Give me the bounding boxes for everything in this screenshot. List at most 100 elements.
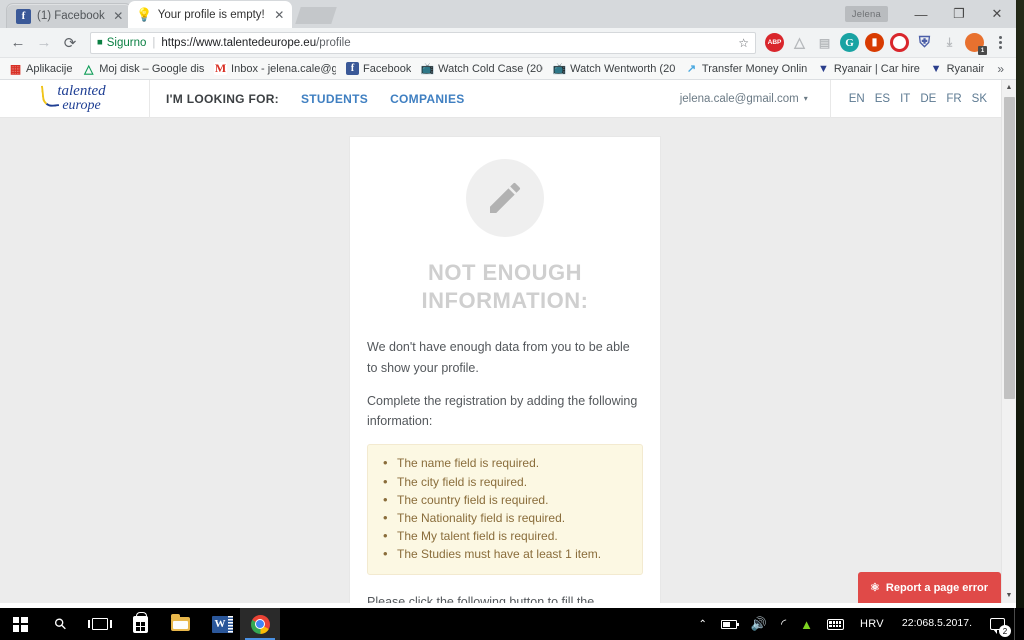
battery-icon[interactable]	[714, 608, 744, 640]
ryanair-icon: ▼	[817, 62, 829, 75]
back-icon[interactable]: ←	[6, 31, 30, 55]
microsoft-store-button[interactable]	[120, 608, 160, 640]
lang-es[interactable]: ES	[875, 93, 890, 105]
page-scrollbar[interactable]: ▲ ▼	[1001, 80, 1016, 603]
bookmark-label: Ryanair	[946, 62, 985, 75]
ryanair-icon: ▼	[930, 62, 942, 75]
lang-en[interactable]: EN	[849, 93, 865, 105]
user-account-menu[interactable]: jelena.cale@gmail.com ▾	[680, 80, 831, 118]
show-desktop-button[interactable]	[1014, 608, 1020, 640]
action-center-button[interactable]: 2	[981, 608, 1014, 640]
new-tab-button[interactable]	[295, 7, 337, 24]
list-item: The country field is required.	[380, 490, 630, 510]
list-item: The Nationality field is required.	[380, 508, 630, 528]
bookmark-transferwise[interactable]: ↗ Transfer Money Onlin	[680, 60, 812, 78]
lang-it[interactable]: IT	[900, 93, 910, 105]
language-indicator[interactable]: HRV	[851, 608, 893, 640]
orange-extension-icon[interactable]: 1	[965, 33, 987, 55]
chrome-menu-icon[interactable]	[990, 36, 1010, 49]
window-caption-controls: Jelena — ❐ ✕	[844, 0, 1016, 28]
bookmark-gmail[interactable]: M Inbox - jelena.cale@g	[209, 60, 341, 78]
facebook-icon: f	[16, 8, 31, 24]
search-button[interactable]: ⚲	[40, 608, 80, 640]
bookmark-apps[interactable]: ▦ Aplikacije	[4, 60, 77, 78]
card-paragraph-3: Please click the following button to fil…	[367, 594, 595, 603]
system-tray: ⌃ 🔊 ◜ ▲ HRV 22:06 8.5.2017. 2	[691, 608, 1024, 640]
folder-icon	[170, 614, 190, 631]
keyboard-icon[interactable]	[820, 608, 851, 640]
list-item: The My talent field is required.	[380, 526, 630, 546]
logo-line-1: talented	[57, 83, 106, 99]
onedrive-icon[interactable]: ▲	[793, 608, 820, 640]
bookmark-ryanair[interactable]: ▼ Ryanair	[925, 60, 990, 78]
clock-date: 8.5.2017.	[928, 617, 972, 630]
tab-title: Your profile is empty! | Ta	[157, 8, 266, 21]
lang-fr[interactable]: FR	[946, 93, 961, 105]
close-icon[interactable]: ✕	[273, 8, 286, 21]
tab-title: (1) Facebook	[37, 10, 105, 22]
address-bar[interactable]: ■ Sigurno | https://www.talentedeurope.e…	[90, 31, 756, 54]
maximize-button[interactable]: ❐	[940, 0, 978, 28]
bookmark-label: Inbox - jelena.cale@g	[231, 62, 337, 75]
clock[interactable]: 22:06 8.5.2017.	[893, 608, 981, 640]
store-icon	[132, 611, 148, 633]
clock-time: 22:06	[901, 617, 929, 630]
start-button[interactable]	[0, 608, 40, 640]
close-icon[interactable]: ✕	[112, 10, 125, 23]
facebook-icon: f	[346, 62, 360, 75]
speaker-icon[interactable]: 🔊	[744, 608, 774, 640]
reload-icon[interactable]: ⟳	[58, 31, 82, 55]
browser-tab-profile[interactable]: 💡 Your profile is empty! | Ta ✕	[127, 1, 292, 28]
bookmarks-overflow-icon[interactable]: »	[989, 62, 1012, 76]
office-online-icon[interactable]: ▮	[865, 33, 884, 52]
chrome-button[interactable]	[240, 608, 280, 640]
bookmark-label: Facebook	[363, 62, 412, 75]
shield-extension-icon[interactable]: ⛨	[915, 33, 934, 52]
task-view-button[interactable]	[80, 608, 120, 640]
bookmark-cold-case[interactable]: 📺 Watch Cold Case (200	[416, 60, 548, 78]
windows-taskbar: ⚲ W ⌃ 🔊 ◜ ▲ HRV 22:06 8.5.2017. 2	[0, 608, 1024, 640]
site-logo[interactable]: talented europe	[0, 80, 150, 118]
windows-logo-icon	[12, 616, 28, 632]
report-page-error-button[interactable]: ⚛ Report a page error	[858, 572, 1001, 603]
forward-icon[interactable]: →	[32, 31, 56, 55]
bookmark-star-icon[interactable]: ☆	[738, 36, 749, 50]
browser-tab-facebook[interactable]: f (1) Facebook ✕	[6, 3, 132, 28]
google-drive-icon[interactable]: △	[790, 33, 809, 52]
logo-line-2: europe	[62, 98, 101, 113]
lang-de[interactable]: DE	[920, 93, 936, 105]
minimize-button[interactable]: —	[902, 0, 940, 28]
page-viewport: talented europe I'M LOOKING FOR: STUDENT…	[0, 80, 1016, 603]
scroll-down-icon[interactable]: ▼	[1002, 588, 1016, 603]
bookmark-wentworth[interactable]: 📺 Watch Wentworth (20	[548, 60, 680, 78]
wifi-icon[interactable]: ◜	[774, 608, 793, 640]
nav-link-companies[interactable]: COMPANIES	[390, 92, 464, 106]
file-explorer-button[interactable]	[160, 608, 200, 640]
bookmarks-bar: ▦ Aplikacije △ Moj disk – Google dis M I…	[0, 58, 1016, 80]
looking-for-label: I'M LOOKING FOR:	[166, 91, 279, 106]
search-icon: ⚲	[50, 614, 71, 635]
bookmark-ryanair-car-hire[interactable]: ▼ Ryanair | Car hire	[812, 60, 925, 78]
bookmark-facebook[interactable]: f Facebook	[341, 60, 416, 78]
nav-link-students[interactable]: STUDENTS	[301, 92, 368, 106]
scroll-up-icon[interactable]: ▲	[1002, 80, 1016, 95]
show-hidden-icons-button[interactable]: ⌃	[691, 608, 713, 640]
pdf-extension-icon[interactable]: ⤓	[940, 33, 959, 52]
browser-profile-chip[interactable]: Jelena	[844, 6, 888, 22]
lang-sk[interactable]: SK	[972, 93, 987, 105]
close-window-button[interactable]: ✕	[978, 0, 1016, 28]
note-extension-icon[interactable]: ▤	[815, 33, 834, 52]
word-button[interactable]: W	[200, 608, 240, 640]
chrome-icon	[250, 614, 270, 634]
scrollbar-thumb[interactable]	[1004, 97, 1015, 399]
bookmark-google-drive[interactable]: △ Moj disk – Google dis	[77, 60, 209, 78]
browser-tab-strip: f (1) Facebook ✕ 💡 Your profile is empty…	[0, 0, 1016, 28]
language-switcher: EN ES IT DE FR SK	[831, 93, 1001, 105]
adblock-plus-icon[interactable]: ABP	[765, 33, 784, 52]
extension-icons: ABP △ ▤ G ▮ ⛨ ⤓ 1	[762, 33, 987, 55]
bookmark-label: Moj disk – Google dis	[99, 62, 205, 75]
taskbar-items: ⚲ W	[0, 608, 280, 640]
grammarly-icon[interactable]: G	[840, 33, 859, 52]
opera-extension-icon[interactable]	[890, 33, 909, 52]
site-nav: I'M LOOKING FOR: STUDENTS COMPANIES	[150, 92, 465, 106]
